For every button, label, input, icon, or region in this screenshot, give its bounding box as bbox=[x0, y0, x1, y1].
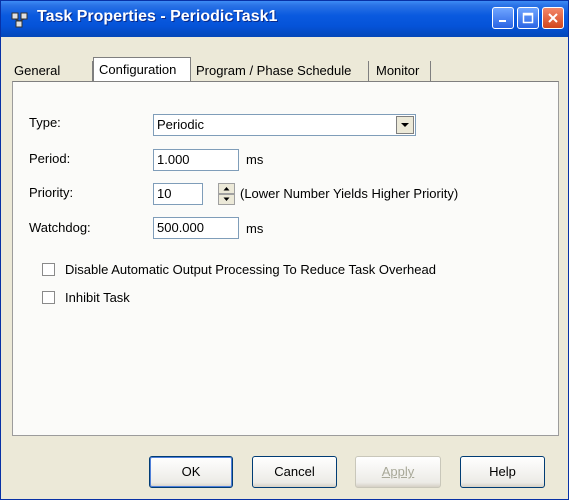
watchdog-unit: ms bbox=[246, 221, 264, 236]
minimize-icon bbox=[499, 20, 506, 22]
minimize-button[interactable] bbox=[492, 7, 514, 29]
maximize-icon bbox=[522, 12, 534, 24]
stepper-up-button[interactable] bbox=[218, 183, 235, 194]
priority-hint: (Lower Number Yields Higher Priority) bbox=[240, 186, 459, 201]
period-label: Period: bbox=[29, 151, 71, 166]
period-unit: ms bbox=[246, 152, 264, 167]
tab-program-phase-schedule[interactable]: Program / Phase Schedule bbox=[191, 61, 369, 81]
priority-label: Priority: bbox=[29, 185, 74, 200]
tab-configuration[interactable]: Configuration bbox=[93, 57, 191, 82]
arrow-up-icon bbox=[223, 187, 230, 191]
task-app-icon bbox=[11, 12, 28, 28]
type-label: Type: bbox=[29, 115, 61, 130]
close-icon bbox=[548, 13, 558, 23]
priority-field[interactable]: 10 bbox=[153, 183, 203, 205]
type-value: Periodic bbox=[157, 117, 204, 132]
apply-button[interactable]: Apply bbox=[355, 456, 441, 488]
maximize-button[interactable] bbox=[517, 7, 539, 29]
inhibit-task-checkbox[interactable] bbox=[42, 291, 55, 304]
type-dropdown[interactable]: Periodic bbox=[153, 114, 416, 136]
close-button[interactable] bbox=[542, 7, 564, 29]
disable-output-checkbox[interactable] bbox=[42, 263, 55, 276]
help-button[interactable]: Help bbox=[460, 456, 545, 488]
stepper-down-button[interactable] bbox=[218, 194, 235, 205]
ok-button[interactable]: OK bbox=[149, 456, 233, 488]
title-bar[interactable]: Task Properties - PeriodicTask1 bbox=[1, 1, 568, 37]
arrow-down-icon bbox=[223, 197, 230, 201]
disable-output-label[interactable]: Disable Automatic Output Processing To R… bbox=[65, 262, 436, 277]
cancel-button[interactable]: Cancel bbox=[252, 456, 337, 488]
watchdog-field[interactable]: 500.000 bbox=[153, 217, 239, 239]
tab-monitor[interactable]: Monitor bbox=[371, 61, 431, 81]
inhibit-task-label[interactable]: Inhibit Task bbox=[65, 290, 130, 305]
window-title: Task Properties - PeriodicTask1 bbox=[37, 8, 278, 25]
configuration-panel: Type: Periodic Period: 1.000 ms Priority… bbox=[12, 81, 559, 436]
period-field[interactable]: 1.000 bbox=[153, 149, 239, 171]
task-properties-dialog: Task Properties - PeriodicTask1 General … bbox=[0, 0, 569, 500]
watchdog-label: Watchdog: bbox=[29, 220, 91, 235]
chevron-down-icon bbox=[401, 123, 409, 127]
tab-general[interactable]: General bbox=[9, 61, 93, 81]
priority-stepper[interactable] bbox=[218, 183, 235, 205]
dropdown-arrow-button[interactable] bbox=[396, 116, 414, 134]
